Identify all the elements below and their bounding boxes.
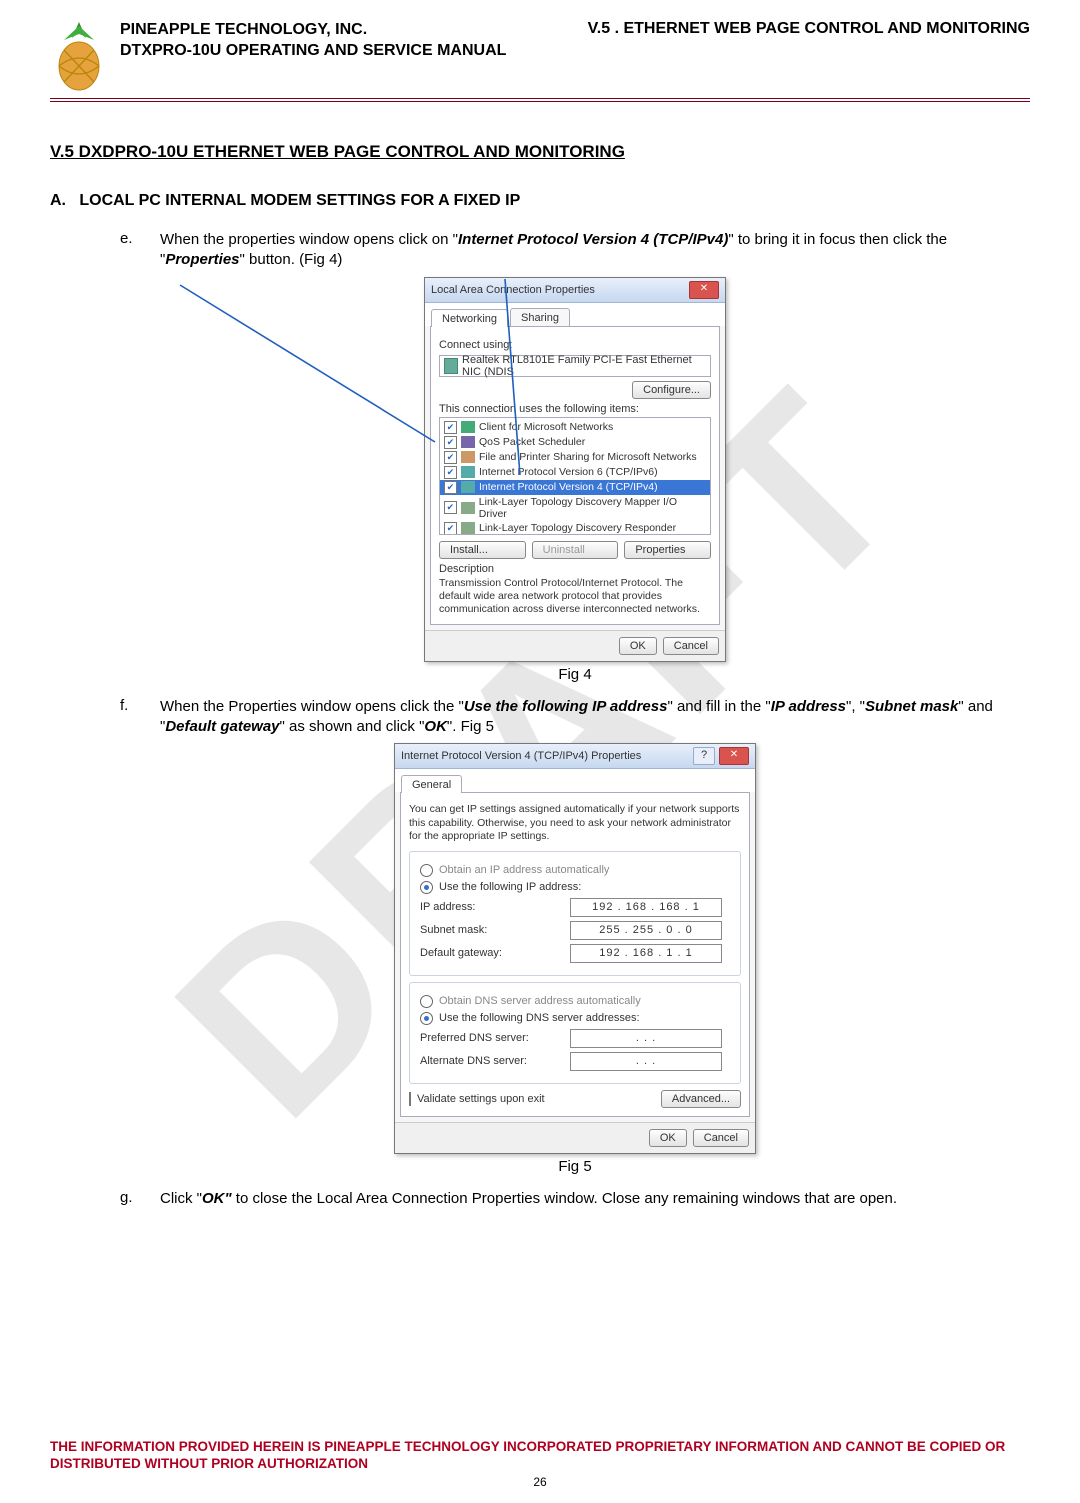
manual-title: DTXPRO-10U OPERATING AND SERVICE MANUAL bbox=[120, 41, 506, 62]
page-number: 26 bbox=[50, 1475, 1030, 1489]
list-item-selected: ✔Internet Protocol Version 4 (TCP/IPv4) bbox=[440, 480, 710, 495]
fig5-caption: Fig 5 bbox=[120, 1158, 1030, 1175]
em-properties: Properties bbox=[165, 251, 239, 268]
tab-networking[interactable]: Networking bbox=[431, 309, 508, 327]
gateway-field[interactable]: 192 . 168 . 1 . 1 bbox=[570, 944, 722, 963]
step-f: f. When the Properties window opens clic… bbox=[120, 697, 1030, 738]
step-g: g. Click "OK" to close the Local Area Co… bbox=[120, 1189, 1030, 1209]
uses-items-label: This connection uses the following items… bbox=[439, 403, 711, 415]
checkbox-icon[interactable]: ✔ bbox=[444, 421, 457, 434]
lltd-mapper-icon bbox=[461, 502, 475, 514]
em-tcpipv4: Internet Protocol Version 4 (TCP/IPv4) bbox=[458, 231, 728, 248]
radio-auto-ip[interactable] bbox=[420, 864, 433, 877]
properties-button[interactable]: Properties bbox=[624, 541, 711, 559]
ipv4-icon bbox=[461, 481, 475, 493]
chapter-title: V.5 . ETHERNET WEB PAGE CONTROL AND MONI… bbox=[518, 20, 1030, 38]
pdns-label: Preferred DNS server: bbox=[420, 1032, 570, 1044]
fig5-intro: You can get IP settings assigned automat… bbox=[409, 803, 741, 842]
company-name: PINEAPPLE TECHNOLOGY, INC. bbox=[120, 20, 506, 41]
page-header: PINEAPPLE TECHNOLOGY, INC. DTXPRO-10U OP… bbox=[50, 20, 1030, 92]
uninstall-button[interactable]: Uninstall bbox=[532, 541, 619, 559]
configure-button[interactable]: Configure... bbox=[632, 381, 711, 399]
ok-button[interactable]: OK bbox=[619, 637, 657, 655]
ok-button[interactable]: OK bbox=[649, 1129, 687, 1147]
close-icon[interactable]: ✕ bbox=[689, 281, 719, 299]
ip-label: IP address: bbox=[420, 901, 570, 913]
fileshare-icon bbox=[461, 451, 475, 463]
description-text: Transmission Control Protocol/Internet P… bbox=[439, 577, 711, 616]
header-rule bbox=[50, 98, 1030, 102]
pineapple-logo-icon bbox=[50, 20, 108, 92]
radio-use-dns[interactable] bbox=[420, 1012, 433, 1025]
tab-general[interactable]: General bbox=[401, 775, 462, 793]
checkbox-icon[interactable]: ✔ bbox=[444, 481, 457, 494]
subsection-title: LOCAL PC INTERNAL MODEM SETTINGS FOR A F… bbox=[79, 192, 520, 209]
subsection-letter: A. bbox=[50, 192, 66, 209]
section-title: V.5 DXDPRO-10U ETHERNET WEB PAGE CONTROL… bbox=[50, 142, 1030, 162]
fig4-dialog: Local Area Connection Properties ✕ Netwo… bbox=[424, 277, 726, 662]
validate-checkbox[interactable] bbox=[409, 1092, 411, 1106]
list-item: ✔File and Printer Sharing for Microsoft … bbox=[440, 450, 710, 465]
ip-field[interactable]: 192 . 168 . 168 . 1 bbox=[570, 898, 722, 917]
adns-field[interactable]: . . . bbox=[570, 1052, 722, 1071]
checkbox-icon[interactable]: ✔ bbox=[444, 522, 457, 535]
list-item: ✔Link-Layer Topology Discovery Responder bbox=[440, 521, 710, 535]
checkbox-icon[interactable]: ✔ bbox=[444, 466, 457, 479]
checkbox-icon[interactable]: ✔ bbox=[444, 436, 457, 449]
subnet-label: Subnet mask: bbox=[420, 924, 570, 936]
help-icon[interactable]: ? bbox=[693, 747, 715, 765]
lltd-responder-icon bbox=[461, 522, 475, 534]
install-button[interactable]: Install... bbox=[439, 541, 526, 559]
description-label: Description bbox=[439, 563, 711, 575]
step-e-marker: e. bbox=[120, 230, 140, 271]
list-item: ✔QoS Packet Scheduler bbox=[440, 435, 710, 450]
tab-sharing[interactable]: Sharing bbox=[510, 308, 570, 326]
step-list: e. When the properties window opens clic… bbox=[120, 230, 1030, 1209]
adapter-name: Realtek RTL8101E Family PCI-E Fast Ether… bbox=[462, 354, 706, 378]
list-item: ✔Internet Protocol Version 6 (TCP/IPv6) bbox=[440, 465, 710, 480]
list-item: ✔Client for Microsoft Networks bbox=[440, 420, 710, 435]
radio-auto-dns[interactable] bbox=[420, 995, 433, 1008]
step-g-marker: g. bbox=[120, 1189, 140, 1209]
fig4-caption: Fig 4 bbox=[120, 666, 1030, 683]
radio-use-ip[interactable] bbox=[420, 881, 433, 894]
step-f-marker: f. bbox=[120, 697, 140, 738]
connection-items-list[interactable]: ✔Client for Microsoft Networks ✔QoS Pack… bbox=[439, 417, 711, 535]
client-icon bbox=[461, 421, 475, 433]
fig5-title: Internet Protocol Version 4 (TCP/IPv4) P… bbox=[401, 750, 641, 762]
nic-icon bbox=[444, 358, 458, 374]
checkbox-icon[interactable]: ✔ bbox=[444, 451, 457, 464]
subsection-a: A. LOCAL PC INTERNAL MODEM SETTINGS FOR … bbox=[50, 192, 1030, 210]
ipv6-icon bbox=[461, 466, 475, 478]
connect-using-label: Connect using: bbox=[439, 339, 711, 351]
cancel-button[interactable]: Cancel bbox=[693, 1129, 749, 1147]
fig4-title: Local Area Connection Properties bbox=[431, 284, 595, 296]
gateway-label: Default gateway: bbox=[420, 947, 570, 959]
close-icon[interactable]: ✕ bbox=[719, 747, 749, 765]
checkbox-icon[interactable]: ✔ bbox=[444, 501, 457, 514]
subnet-field[interactable]: 255 . 255 . 0 . 0 bbox=[570, 921, 722, 940]
advanced-button[interactable]: Advanced... bbox=[661, 1090, 741, 1108]
list-item: ✔Link-Layer Topology Discovery Mapper I/… bbox=[440, 495, 710, 521]
pdns-field[interactable]: . . . bbox=[570, 1029, 722, 1048]
fig5-dialog: Internet Protocol Version 4 (TCP/IPv4) P… bbox=[394, 743, 756, 1153]
qos-icon bbox=[461, 436, 475, 448]
adns-label: Alternate DNS server: bbox=[420, 1055, 570, 1067]
step-e: e. When the properties window opens clic… bbox=[120, 230, 1030, 271]
cancel-button[interactable]: Cancel bbox=[663, 637, 719, 655]
proprietary-disclaimer: THE INFORMATION PROVIDED HEREIN IS PINEA… bbox=[50, 1439, 1030, 1473]
